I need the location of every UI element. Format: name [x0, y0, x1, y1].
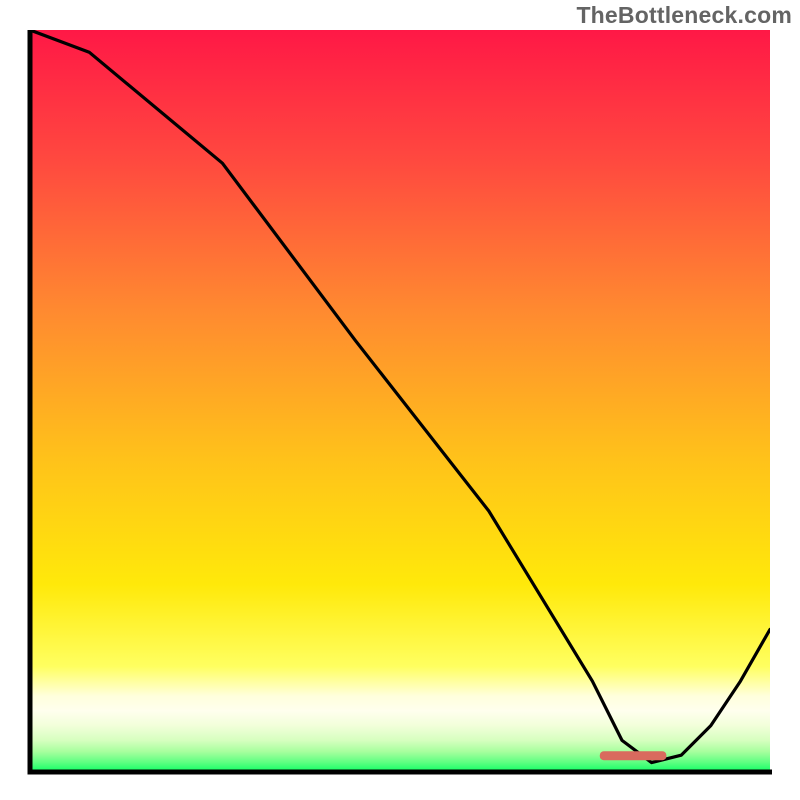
watermark-label: TheBottleneck.com — [576, 2, 792, 29]
chart-stage: TheBottleneck.com — [0, 0, 800, 800]
bottleneck-chart — [0, 0, 800, 800]
optimum-marker — [600, 751, 667, 760]
